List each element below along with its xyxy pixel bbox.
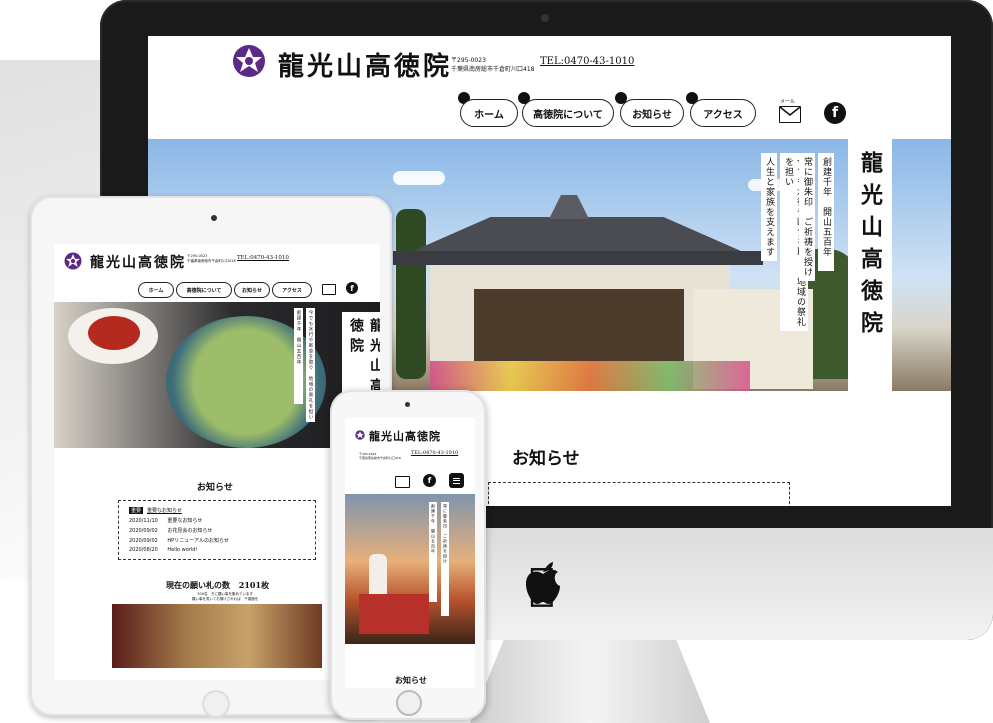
news-item-date: 2020/09/02 <box>129 538 158 544</box>
temple-roof-upper <box>404 217 750 255</box>
news-row[interactable]: 重要 重要なお知らせ <box>129 507 182 514</box>
site-address: 〒295-0023 千葉県南房総市千倉町川口418 <box>359 452 401 460</box>
wishes-note-2: 願い事を書いてお預けされれば 千歳館を <box>192 597 259 601</box>
news-item-date: 2020/08/20 <box>129 547 158 553</box>
site-tel-link[interactable]: TEL:0470-43-1010 <box>411 450 458 456</box>
hero-catch-1: 創建千年 開山五百年 <box>294 308 303 404</box>
flowers <box>430 361 750 391</box>
hero-catch-3: 常に御朱印 ご祈祷を授け <box>799 153 815 281</box>
news-title: お知らせ <box>395 675 427 685</box>
news-item-title[interactable]: Hello world! <box>167 547 197 553</box>
hamburger-menu-icon[interactable] <box>449 473 464 488</box>
hero-title: 龍光山高徳院 <box>848 139 892 391</box>
mail-label: メール <box>780 99 796 105</box>
news-item-date: 2020/11/10 <box>129 518 158 524</box>
address-postal: 〒295-0023 <box>451 57 486 64</box>
address-street: 千葉県南房総市千倉町川口418 <box>187 259 236 263</box>
nav-home[interactable]: ホーム <box>138 282 174 298</box>
hero-catch-2: 今でも水行や断食を取り 地域の祭礼を担い <box>306 308 315 422</box>
news-item-date: 2020/09/02 <box>129 528 158 534</box>
site-brand[interactable]: 龍光山高徳院 <box>278 46 452 83</box>
temple-roof-top <box>549 195 589 219</box>
news-row[interactable]: 2020/08/20 Hello world! <box>129 547 197 553</box>
site-brand[interactable]: 龍光山高徳院 <box>90 252 186 272</box>
temple-eaves <box>393 251 763 265</box>
phone-home-button[interactable] <box>396 690 422 716</box>
hero-catch-1: 創建千年 開山五百年 <box>429 502 437 602</box>
cloud <box>393 171 445 185</box>
news-row[interactable]: 2020/11/10 重要なお知らせ <box>129 517 202 524</box>
bellflower-crest-icon[interactable] <box>355 430 365 440</box>
address-street: 千葉県南房総市千倉町川口418 <box>359 456 401 460</box>
wishes-label-text: 現在の願い札の数 <box>166 580 230 590</box>
nav-news[interactable]: お知らせ <box>620 99 684 127</box>
festival-float <box>359 594 429 634</box>
site-brand[interactable]: 龍光山高徳院 <box>369 428 441 444</box>
important-badge: 重要 <box>129 507 144 514</box>
wishes-note: 300名 方に願い事を集めています 願い事を書いてお預けされれば 千歳館を <box>192 592 258 602</box>
bellflower-crest-icon[interactable] <box>232 44 266 78</box>
news-item-title[interactable]: 重要なお知らせ <box>167 518 202 524</box>
wishes-photo-strip <box>112 604 322 668</box>
news-row[interactable]: 2020/09/02 HPリニューアルのお知らせ <box>129 537 229 544</box>
monitor-stand <box>470 640 710 723</box>
temple-door <box>474 289 684 361</box>
news-title: お知らせ <box>512 449 580 469</box>
wagashi <box>88 316 140 350</box>
nav-about[interactable]: 高徳院について <box>522 99 614 127</box>
camera-icon <box>541 14 549 22</box>
tree <box>396 209 426 379</box>
news-list: 重要 重要なお知らせ 2020/11/10 重要なお知らせ 2020/09/02… <box>118 500 316 560</box>
mail-icon[interactable] <box>395 476 410 488</box>
facebook-icon[interactable]: f <box>423 474 436 487</box>
wishes-label: 現在の願い札の数 2101枚 <box>166 580 269 591</box>
hero-catch-4: 創建千年 開山五百年 <box>818 153 834 271</box>
facebook-icon[interactable]: f <box>346 282 358 294</box>
wishes-count: 2101枚 <box>238 580 270 590</box>
tablet-home-button[interactable] <box>202 690 230 718</box>
nav-access[interactable]: アクセス <box>272 282 312 298</box>
news-box <box>488 482 790 506</box>
news-item-title[interactable]: HPリニューアルのお知らせ <box>167 538 228 544</box>
site-address: 〒295-0023 千葉県南房総市千倉町川口418 <box>451 56 534 74</box>
mail-icon[interactable] <box>779 106 801 123</box>
nav-access[interactable]: アクセス <box>690 99 756 127</box>
nav-news[interactable]: お知らせ <box>234 282 270 298</box>
site-tel-link[interactable]: TEL:0470-43-1010 <box>237 255 289 261</box>
site-tel-link[interactable]: TEL:0470-43-1010 <box>540 56 634 67</box>
bellflower-crest-icon[interactable] <box>64 252 82 270</box>
site-address: 〒295-0023 千葉県南房総市千倉町川口418 <box>187 254 236 264</box>
nav-about[interactable]: 高徳院について <box>176 282 232 298</box>
nav-home[interactable]: ホーム <box>460 99 518 127</box>
phone-hero-image: 創建千年 開山五百年 常に御朱印 ご祈祷を授け <box>345 494 475 644</box>
news-item-title[interactable]: お花見会のお知らせ <box>167 528 212 534</box>
phone-camera-icon <box>405 402 410 407</box>
tablet-camera-icon <box>211 215 217 221</box>
facebook-icon[interactable]: f <box>824 102 846 124</box>
hero-catch-2: 常に御朱印 ご祈祷を授け <box>441 502 449 616</box>
apple-shape-icon <box>526 562 560 604</box>
mail-icon[interactable] <box>322 284 336 295</box>
news-row[interactable]: 2020/09/02 お花見会のお知らせ <box>129 527 212 534</box>
news-item-title[interactable]: 重要なお知らせ <box>147 507 182 514</box>
news-title: お知らせ <box>197 483 233 493</box>
phone-screen: 龍光山高徳院 〒295-0023 千葉県南房総市千倉町川口418 TEL:047… <box>345 418 475 688</box>
address-street: 千葉県南房総市千倉町川口418 <box>451 66 535 73</box>
hero-catch-1: 人生と家族を支えます <box>761 153 777 261</box>
